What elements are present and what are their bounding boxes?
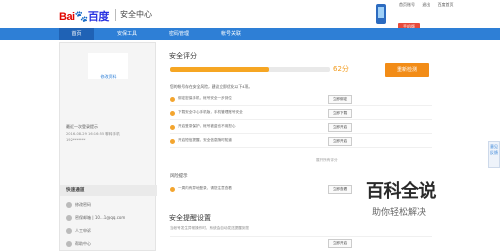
warning-icon: [170, 125, 175, 130]
risk-row: 绑定密保手机，帐号安全一步到位 立即绑定: [170, 93, 432, 106]
quick-item-change-password[interactable]: 修改密码: [66, 201, 154, 209]
enable-sms-button[interactable]: 立即开启: [328, 137, 352, 146]
remind-settings-subtitle: 当帐号发生异常操作时，系统会自动发送提醒到您: [170, 226, 250, 230]
baidu-logo[interactable]: Bai🐾百度: [59, 8, 109, 24]
enable-login-protect-button[interactable]: 立即开启: [328, 123, 352, 132]
tab-home[interactable]: 首页: [59, 28, 94, 40]
risk-hint-title: 风险提示: [170, 174, 188, 179]
bind-phone-button[interactable]: 立即绑定: [328, 95, 352, 104]
tab-account-link[interactable]: 帐号关联: [212, 28, 250, 40]
warning-icon: [170, 97, 175, 102]
risk-row: 下载安全中心手机版，手机管理账号安全 立即下载: [170, 107, 432, 120]
risk-row: 开启短信提醒，安全信息随时知道 立即开启: [170, 135, 432, 148]
lock-icon: [66, 202, 72, 208]
logout-link[interactable]: 退出: [422, 2, 430, 7]
baidu-home-link[interactable]: 百度首页: [438, 2, 454, 7]
warning-icon: [170, 187, 175, 192]
download-app-button[interactable]: 立即下载: [328, 109, 352, 118]
score-progress-bar: [170, 67, 330, 72]
score-value: 62分: [333, 65, 349, 73]
main-nav: 首页 安保工具 密码管理 帐号关联: [0, 28, 500, 40]
rescan-button[interactable]: 重新检测: [385, 63, 429, 77]
sidebar: 修改资料 最近一次登录提示 2016-08-29 16:16:55 聊转手机 1…: [59, 42, 157, 251]
main-panel: 安全评分 62分 重新检测 您的帐号存在安全风险，建议立即优化以下4项。 绑定密…: [159, 42, 441, 251]
quick-item-security-email[interactable]: 密保邮箱 | 10...1@qq.com: [66, 214, 154, 222]
help-icon: [66, 241, 72, 247]
last-login-info: 2016-08-29 16:16:55 聊转手机 192*******: [66, 132, 120, 142]
quick-access-title: 快速通道: [60, 185, 157, 196]
edit-profile-link[interactable]: 修改资料: [60, 74, 157, 80]
watermark-title: 百科全说: [366, 181, 437, 202]
remind-settings-title: 安全提醒设置: [169, 214, 211, 222]
risk-row: 开启登录保护，帐号被盗也不用担心 立即开启: [170, 121, 432, 134]
expand-all-link[interactable]: 展开所有评分: [316, 158, 338, 163]
quick-item-help[interactable]: 帮助中心: [66, 240, 154, 248]
mobile-phone-icon[interactable]: [376, 4, 386, 24]
mail-icon: [66, 215, 72, 221]
warning-icon: [170, 139, 175, 144]
view-hint-button[interactable]: 立即查看: [328, 185, 352, 194]
risk-note: 您的帐号存在安全风险，建议立即优化以下4项。: [170, 84, 253, 89]
security-score-title: 安全评分: [169, 52, 197, 60]
top-bar: Bai🐾百度 安全中心 手机版 首页账号 退出 百度首页: [0, 0, 500, 31]
quick-item-appeal[interactable]: 人工申诉: [66, 227, 154, 235]
person-icon: [66, 228, 72, 234]
feedback-tab[interactable]: 意见反馈: [488, 141, 500, 168]
remind-row: 立即开启: [170, 236, 432, 248]
last-login-title: 最近一次登录提示: [66, 124, 98, 129]
score-progress-fill: [170, 67, 270, 72]
enable-remind-button[interactable]: 立即开启: [328, 239, 352, 248]
product-title: 安全中心: [120, 10, 152, 19]
watermark-subtitle: 助你轻松解决: [372, 208, 427, 218]
top-links: 首页账号 退出 百度首页: [399, 2, 460, 8]
tab-tools[interactable]: 安保工具: [108, 28, 146, 40]
logo-divider: [115, 9, 116, 21]
tab-password[interactable]: 密码管理: [160, 28, 198, 40]
account-link[interactable]: 首页账号: [399, 2, 415, 7]
warning-icon: [170, 111, 175, 116]
